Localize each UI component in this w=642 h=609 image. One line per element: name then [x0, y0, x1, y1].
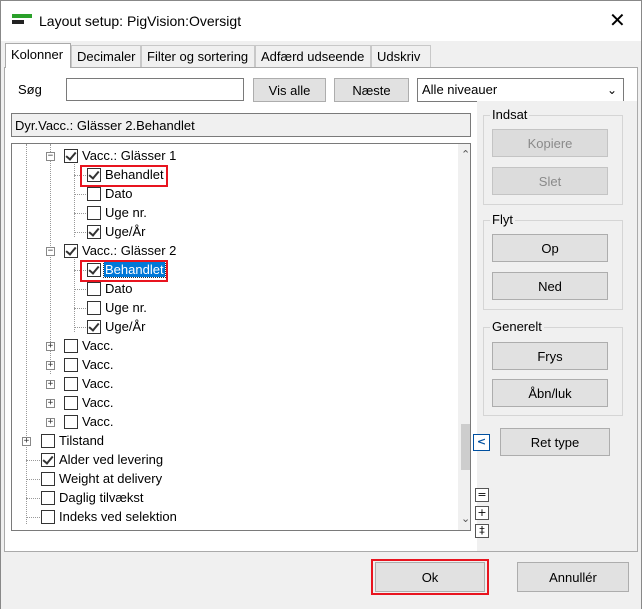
checkbox[interactable]: [64, 396, 78, 410]
checkbox[interactable]: [64, 358, 78, 372]
checkbox[interactable]: [64, 339, 78, 353]
show-all-button[interactable]: Vis alle: [253, 78, 326, 102]
tree-node-label: Vacc.: [82, 357, 114, 372]
group-label: Generelt: [490, 319, 544, 334]
group-indsat: Indsat Kopiere Slet: [483, 107, 623, 205]
tree-node-label: Vacc.: Glässer 1: [82, 148, 177, 163]
checkbox[interactable]: [41, 472, 55, 486]
search-label: Søg: [18, 82, 42, 97]
highlight-box: [80, 165, 168, 187]
app-icon: [12, 14, 32, 26]
checkbox[interactable]: [41, 434, 55, 448]
tree-node-label: Vacc.: [82, 338, 114, 353]
expand-icon[interactable]: +: [46, 342, 55, 351]
tab-adfaerd-udseende[interactable]: Adfærd udseende: [255, 45, 371, 67]
tree-node-label: Indeks ved selektion: [59, 509, 177, 524]
highlight-box: [371, 559, 489, 595]
group-label: Flyt: [490, 212, 515, 227]
tree-node-label: Weight at delivery: [59, 471, 163, 486]
checkbox[interactable]: [41, 510, 55, 524]
tree-node-label: Dato: [105, 281, 133, 296]
group-label: Indsat: [490, 107, 530, 122]
double-dagger-icon[interactable]: ‡: [475, 524, 489, 538]
tree-node-label: Tilstand: [59, 433, 105, 448]
checkbox[interactable]: [87, 282, 101, 296]
tree-node-label: Alder ved levering: [59, 452, 164, 467]
checkbox[interactable]: [41, 453, 55, 467]
expand-icon[interactable]: +: [46, 380, 55, 389]
collapse-icon[interactable]: −: [46, 152, 55, 161]
tree-node-label: Uge/År: [105, 224, 146, 239]
move-down-button[interactable]: Ned: [492, 272, 608, 300]
checkbox[interactable]: [87, 206, 101, 220]
tree-node-label: Dato: [105, 186, 133, 201]
scroll-down-icon[interactable]: ⌄: [461, 512, 470, 525]
expand-icon[interactable]: +: [46, 399, 55, 408]
group-flyt: Flyt Op Ned: [483, 212, 623, 310]
highlight-box: [80, 260, 168, 282]
plus-icon[interactable]: +: [475, 506, 489, 520]
checkbox[interactable]: [64, 244, 78, 258]
tree-node-label: Uge nr.: [105, 205, 147, 220]
tree-node-label: Vacc.: Glässer 2: [82, 243, 177, 258]
freeze-button[interactable]: Frys: [492, 342, 608, 370]
level-select[interactable]: Alle niveauer ⌄: [417, 78, 624, 102]
tree-node-label: Uge/År: [105, 319, 146, 334]
checkbox[interactable]: [64, 377, 78, 391]
tab-decimaler[interactable]: Decimaler: [71, 45, 141, 67]
equal-icon[interactable]: =: [475, 488, 489, 502]
next-button[interactable]: Næste: [334, 78, 409, 102]
search-input[interactable]: [66, 78, 244, 101]
footer-bar: Ok Annullér: [1, 553, 641, 609]
tree-node-label: Vacc.: [82, 414, 114, 429]
expand-icon[interactable]: +: [46, 361, 55, 370]
window-title: Layout setup: PigVision:Oversigt: [39, 13, 242, 29]
chevron-down-icon: ⌄: [606, 83, 617, 97]
tree-node-label: Vacc.: [82, 395, 114, 410]
checkbox[interactable]: [87, 225, 101, 239]
checkbox[interactable]: [87, 301, 101, 315]
checkbox[interactable]: [41, 491, 55, 505]
level-select-value: Alle niveauer: [422, 82, 498, 97]
scroll-thumb[interactable]: [461, 424, 470, 470]
expand-icon[interactable]: +: [46, 418, 55, 427]
checkbox[interactable]: [87, 320, 101, 334]
column-tree[interactable]: − Vacc.: Glässer 1 Behandlet Dato Uge nr…: [11, 143, 471, 531]
tree-scrollbar[interactable]: ⌃ ⌄: [458, 144, 470, 530]
group-generelt: Generelt Frys Åbn/luk: [483, 319, 623, 416]
move-up-button[interactable]: Op: [492, 234, 608, 262]
selected-path: Dyr.Vacc.: Glässer 2.Behandlet: [11, 113, 471, 137]
scroll-up-icon[interactable]: ⌃: [461, 148, 470, 161]
open-close-button[interactable]: Åbn/luk: [492, 379, 608, 407]
collapse-panel-icon[interactable]: <: [473, 434, 490, 451]
delete-button[interactable]: Slet: [492, 167, 608, 195]
tab-kolonner[interactable]: Kolonner: [5, 43, 71, 68]
tab-udskriv[interactable]: Udskriv: [371, 45, 431, 67]
close-icon[interactable]: ✕: [609, 11, 626, 31]
tab-filter-og-sortering[interactable]: Filter og sortering: [141, 45, 255, 67]
checkbox[interactable]: [87, 187, 101, 201]
checkbox[interactable]: [64, 415, 78, 429]
copy-button[interactable]: Kopiere: [492, 129, 608, 157]
tree-node-label: Daglig tilvækst: [59, 490, 144, 505]
title-bar: Layout setup: PigVision:Oversigt ✕: [1, 1, 641, 41]
collapse-icon[interactable]: −: [46, 247, 55, 256]
edit-type-button[interactable]: Ret type: [500, 428, 610, 456]
expand-icon[interactable]: +: [22, 437, 31, 446]
checkbox[interactable]: [64, 149, 78, 163]
dialog-window: Layout setup: PigVision:Oversigt ✕ Kolon…: [0, 0, 642, 609]
tree-node-label: Uge nr.: [105, 300, 147, 315]
cancel-button[interactable]: Annullér: [517, 562, 629, 592]
tree-node-label: Vacc.: [82, 376, 114, 391]
